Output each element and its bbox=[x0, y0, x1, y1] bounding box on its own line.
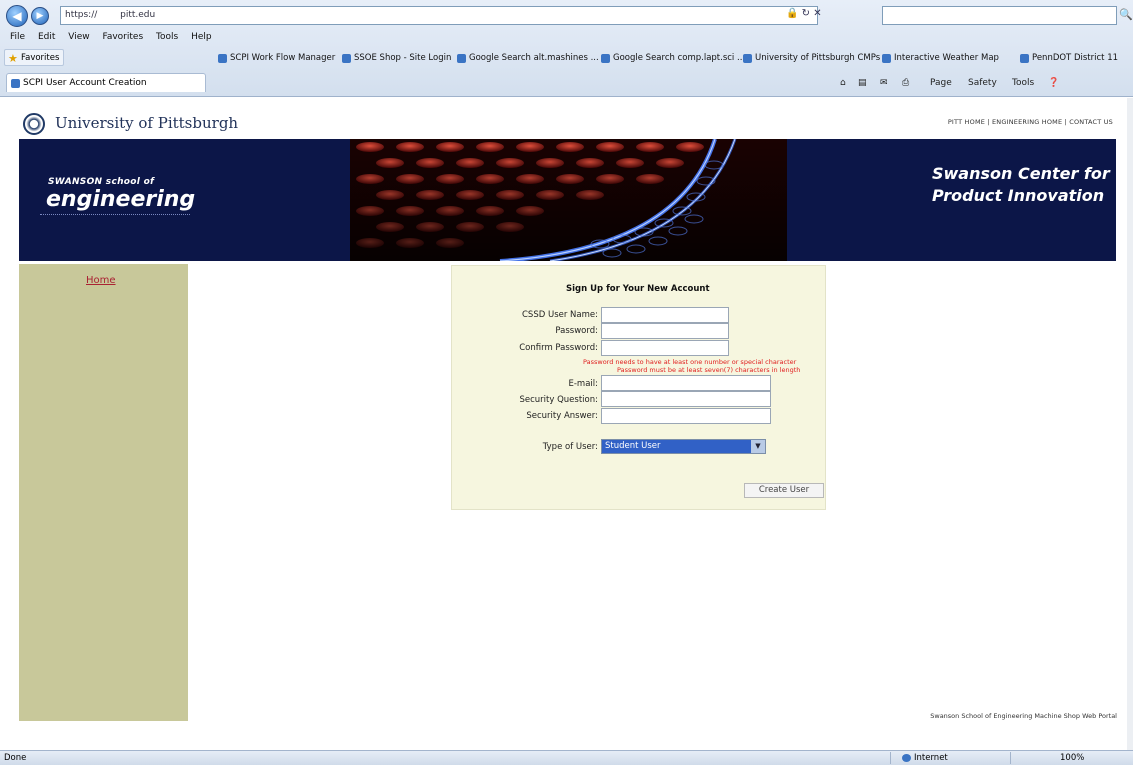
back-button[interactable]: ◀ bbox=[6, 5, 28, 27]
confirm-password-label: Confirm Password: bbox=[519, 343, 598, 353]
favorite-link[interactable]: University of Pittsburgh CMPs bbox=[743, 52, 880, 64]
confirm-password-input[interactable] bbox=[601, 340, 729, 356]
tab-row: SCPI User Account Creation ⌂ ▤ ✉ ⎙ Page … bbox=[0, 70, 1133, 94]
address-protocol: https:// bbox=[65, 10, 98, 20]
user-type-label: Type of User: bbox=[542, 442, 598, 452]
create-user-button[interactable]: Create User bbox=[744, 483, 824, 498]
university-name[interactable]: University of Pittsburgh bbox=[55, 114, 238, 132]
chevron-down-icon[interactable]: ▼ bbox=[751, 440, 765, 453]
password-label: Password: bbox=[555, 326, 598, 336]
banner-divider bbox=[40, 214, 190, 215]
feeds-icon[interactable]: ▤ bbox=[858, 76, 867, 90]
password-warning-1: Password needs to have at least one numb… bbox=[583, 358, 797, 366]
menu-view[interactable]: View bbox=[68, 30, 89, 45]
form-title: Sign Up for Your New Account bbox=[566, 284, 710, 294]
address-host: pitt.edu bbox=[120, 10, 156, 20]
user-type-select[interactable]: Student User ▼ bbox=[601, 439, 766, 454]
favorite-link[interactable]: Google Search comp.lapt.sci ... bbox=[601, 52, 745, 64]
banner-graphic bbox=[350, 139, 787, 261]
safety-menu[interactable]: Safety bbox=[968, 76, 997, 90]
security-zone[interactable]: Internet bbox=[900, 751, 948, 765]
zoom-level[interactable]: 100% bbox=[1060, 751, 1084, 765]
tools-menu[interactable]: Tools bbox=[1012, 76, 1034, 90]
password-input[interactable] bbox=[601, 323, 729, 339]
favorite-link[interactable]: PennDOT District 11 bbox=[1020, 52, 1118, 64]
user-type-value: Student User bbox=[605, 441, 661, 451]
mail-icon[interactable]: ✉ bbox=[880, 76, 888, 90]
favorite-link[interactable]: SSOE Shop - Site Login bbox=[342, 52, 451, 64]
favorites-label: Favorites bbox=[21, 53, 60, 63]
center-title: Swanson Center for Product Innovation bbox=[932, 164, 1110, 205]
status-divider bbox=[1010, 752, 1011, 764]
banner-image bbox=[350, 139, 787, 261]
browser-chrome: ◀ ▶ https:// pitt.edu 🔒 ↻ ✕ 🔍 File Edit … bbox=[0, 0, 1133, 97]
favorite-link[interactable]: Google Search alt.mashines ... bbox=[457, 52, 599, 64]
security-answer-label: Security Answer: bbox=[526, 411, 598, 421]
forward-arrow-icon: ▶ bbox=[36, 11, 44, 21]
home-icon[interactable]: ⌂ bbox=[840, 76, 846, 90]
sidebar-item-home[interactable]: Home bbox=[86, 275, 116, 286]
tab-active[interactable]: SCPI User Account Creation bbox=[6, 73, 206, 92]
status-text: Done bbox=[4, 753, 27, 763]
menu-favorites[interactable]: Favorites bbox=[102, 30, 143, 45]
favorites-bar: ★ Favorites SCPI Work Flow Manager SSOE … bbox=[0, 47, 1133, 68]
address-bar[interactable]: https:// pitt.edu bbox=[60, 6, 818, 25]
menu-help[interactable]: Help bbox=[191, 30, 212, 45]
top-links[interactable]: PITT HOME | ENGINEERING HOME | CONTACT U… bbox=[948, 118, 1113, 126]
favorite-link[interactable]: SCPI Work Flow Manager bbox=[218, 52, 335, 64]
status-bar: Done Internet 100% bbox=[0, 750, 1133, 765]
menu-file[interactable]: File bbox=[10, 30, 25, 45]
username-input[interactable] bbox=[601, 307, 729, 323]
back-arrow-icon: ◀ bbox=[12, 9, 22, 23]
username-label: CSSD User Name: bbox=[522, 310, 598, 320]
security-question-label: Security Question: bbox=[519, 395, 599, 405]
favorite-link[interactable]: Interactive Weather Map bbox=[882, 52, 999, 64]
menu-bar: File Edit View Favorites Tools Help bbox=[0, 30, 1133, 45]
address-bar-icons[interactable]: 🔒 ↻ ✕ bbox=[786, 8, 822, 19]
star-icon: ★ bbox=[8, 52, 18, 65]
status-divider bbox=[890, 752, 891, 764]
menu-edit[interactable]: Edit bbox=[38, 30, 55, 45]
menu-tools[interactable]: Tools bbox=[156, 30, 178, 45]
search-icon[interactable]: 🔍 bbox=[1119, 8, 1133, 21]
email-label: E-mail: bbox=[568, 379, 598, 389]
school-name-small: SWANSON school of bbox=[48, 177, 155, 187]
print-icon[interactable]: ⎙ bbox=[902, 76, 909, 90]
security-question-input[interactable] bbox=[601, 391, 771, 407]
forward-button[interactable]: ▶ bbox=[31, 7, 49, 25]
school-name-big: engineering bbox=[46, 187, 196, 212]
password-warning-2: Password must be at least seven(7) chara… bbox=[617, 366, 801, 374]
favorites-button[interactable]: ★ Favorites bbox=[4, 49, 65, 66]
search-input[interactable] bbox=[882, 6, 1117, 25]
sidebar bbox=[19, 264, 188, 721]
address-row: ◀ ▶ https:// pitt.edu 🔒 ↻ ✕ 🔍 bbox=[0, 2, 1133, 28]
page-scrollbar[interactable] bbox=[1127, 98, 1133, 750]
page-menu[interactable]: Page bbox=[930, 76, 952, 90]
footer-note: Swanson School of Engineering Machine Sh… bbox=[930, 712, 1117, 720]
security-answer-input[interactable] bbox=[601, 408, 771, 424]
help-icon[interactable]: ❓ bbox=[1048, 76, 1059, 90]
email-input[interactable] bbox=[601, 375, 771, 391]
pitt-seal-icon bbox=[23, 113, 45, 135]
